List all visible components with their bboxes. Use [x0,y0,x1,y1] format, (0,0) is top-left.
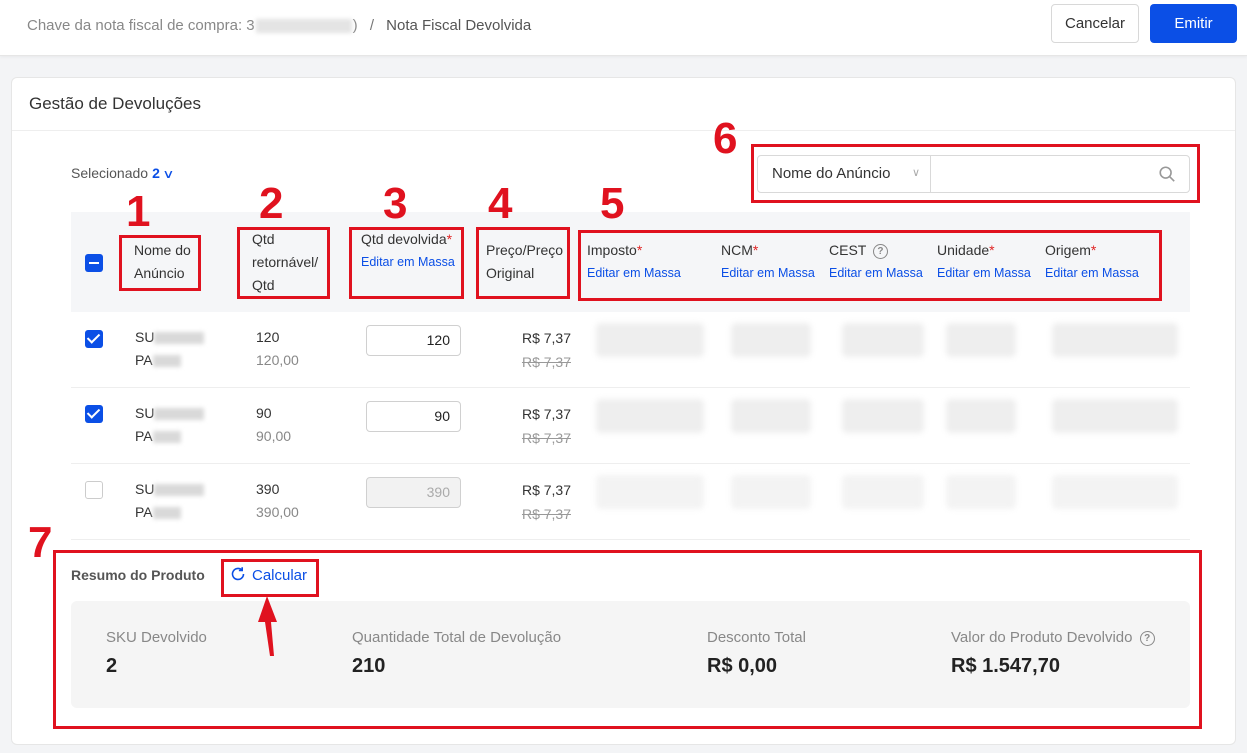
qty-total: 90,00 [256,428,292,444]
annotation-box-5 [578,230,1162,301]
qty-returned-input[interactable]: 390 [366,477,461,508]
qty-returnable: 390 390,00 [256,478,299,524]
tax-field[interactable] [596,323,704,357]
tax-field[interactable] [596,399,704,433]
selection-count-value: 2 [152,165,160,181]
top-bar: Chave da nota fiscal de compra: 3) / Not… [0,0,1247,56]
annotation-number-5: 5 [600,179,625,228]
cest-field[interactable] [842,475,924,509]
chevron-down-icon[interactable]: ∨ [162,167,174,181]
price-cell: R$ 7,37 R$ 7,37 [491,326,571,374]
product-name-line2: PA [135,352,153,368]
qty-returned-input[interactable]: 90 [366,401,461,432]
emit-button[interactable]: Emitir [1150,4,1237,43]
redacted-key [255,19,352,34]
ncm-field[interactable] [731,399,811,433]
product-name-line2: PA [135,428,153,444]
breadcrumb-current: Nota Fiscal Devolvida [386,17,532,34]
page-title: Gestão de Devoluções [29,94,201,113]
row-checkbox[interactable] [85,330,103,348]
product-name: SU PA [135,478,205,524]
price-cell: R$ 7,37 R$ 7,37 [491,478,571,526]
price-cell: R$ 7,37 R$ 7,37 [491,402,571,450]
qty-value: 90 [256,405,272,421]
breadcrumb-suffix: ) [352,17,358,34]
product-name-line1: SU [135,481,155,497]
price-original: R$ 7,37 [521,354,571,370]
select-all-checkbox[interactable] [85,254,103,272]
cancel-button[interactable]: Cancelar [1051,4,1139,43]
price-original: R$ 7,37 [521,506,571,522]
price-value: R$ 7,37 [521,406,571,422]
row-divider [71,539,1190,540]
row-divider [71,387,1190,388]
breadcrumb-invoice-key: Chave da nota fiscal de compra: 3 [27,17,255,34]
selection-count[interactable]: Selecionado 2 ∨ [71,165,174,181]
annotation-number-1: 1 [126,187,151,236]
product-name: SU PA [135,402,205,448]
row-checkbox[interactable] [85,481,103,499]
annotation-number-6: 6 [713,114,738,163]
selection-label: Selecionado [71,165,149,181]
tax-field[interactable] [596,475,704,509]
row-checkbox[interactable] [85,405,103,423]
breadcrumb: Chave da nota fiscal de compra: 3) / Not… [27,17,531,34]
annotation-box-4 [476,227,570,299]
qty-returnable: 120 120,00 [256,326,299,372]
cest-field[interactable] [842,399,924,433]
annotation-box-2 [237,227,330,299]
unit-field[interactable] [946,323,1016,357]
annotation-box-3 [349,227,464,299]
row-divider [71,463,1190,464]
qty-value: 120 [256,329,280,345]
qty-returned-input[interactable]: 120 [366,325,461,356]
product-name-line1: SU [135,405,155,421]
annotation-number-3: 3 [383,179,408,228]
annotation-number-2: 2 [259,179,284,228]
product-name-line2: PA [135,504,153,520]
unit-field[interactable] [946,399,1016,433]
divider [12,130,1235,131]
product-name: SU PA [135,326,205,372]
ncm-field[interactable] [731,475,811,509]
qty-value: 390 [256,481,280,497]
origin-field[interactable] [1052,399,1178,433]
qty-total: 390,00 [256,504,299,520]
price-value: R$ 7,37 [521,330,571,346]
annotation-number-7: 7 [28,518,53,567]
qty-returnable: 90 90,00 [256,402,291,448]
cest-field[interactable] [842,323,924,357]
origin-field[interactable] [1052,475,1178,509]
annotation-box-1 [119,235,201,291]
price-value: R$ 7,37 [521,482,571,498]
breadcrumb-separator: / [369,17,374,34]
ncm-field[interactable] [731,323,811,357]
price-original: R$ 7,37 [521,430,571,446]
annotation-box-6 [751,144,1200,203]
product-name-line1: SU [135,329,155,345]
unit-field[interactable] [946,475,1016,509]
annotation-number-4: 4 [488,179,513,228]
qty-total: 120,00 [256,352,299,368]
annotation-arrow [258,596,277,656]
origin-field[interactable] [1052,323,1178,357]
